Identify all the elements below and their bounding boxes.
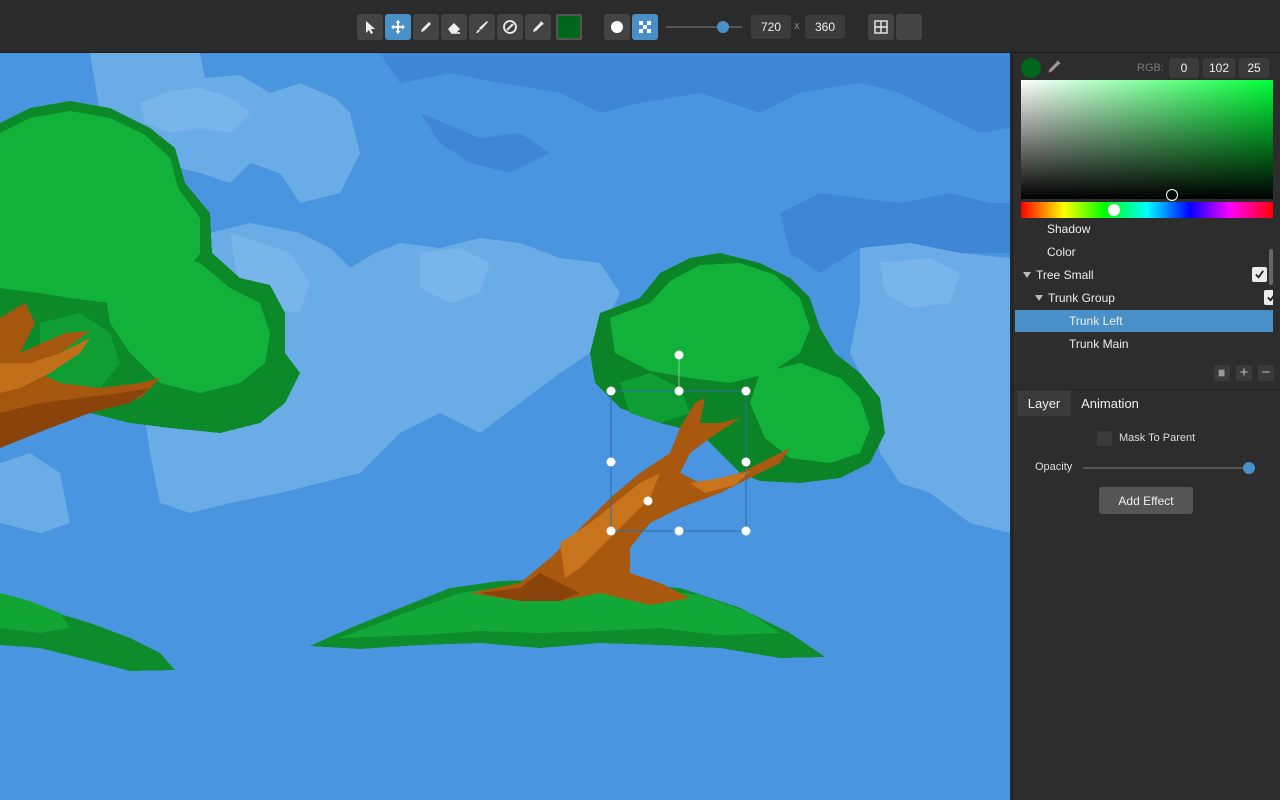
layer-visibility-checkbox[interactable]	[1264, 290, 1273, 305]
extra-view-button[interactable]	[896, 14, 922, 40]
layer-list: Shadow Color Tree Small Trunk Group Trunk Le…	[1013, 218, 1273, 360]
select-tool-button[interactable]	[357, 14, 383, 40]
layer-list-scrollbar[interactable]	[1269, 249, 1273, 285]
dots-pattern-icon	[639, 21, 651, 33]
layer-label: Color	[1047, 245, 1076, 259]
layer-label: Shadow	[1047, 222, 1091, 236]
plus-icon: +	[1239, 364, 1249, 381]
rgb-label: RGB:	[1137, 62, 1164, 74]
brush-tool-button[interactable]	[469, 14, 495, 40]
move-arrows-icon	[391, 20, 405, 34]
brush-size-slider-track[interactable]	[666, 26, 742, 28]
duplicate-layer-button[interactable]	[1214, 365, 1230, 381]
circle-icon	[611, 21, 623, 33]
opacity-slider-knob[interactable]	[1243, 462, 1255, 474]
left-island	[0, 593, 175, 671]
hue-slider[interactable]	[1021, 202, 1273, 218]
layer-row[interactable]: Tree Small	[1015, 264, 1273, 286]
opacity-label: Opacity	[1035, 461, 1073, 473]
expand-triangle-icon[interactable]	[1023, 272, 1031, 278]
tab-layer[interactable]: Layer	[1017, 390, 1071, 416]
brush-icon	[476, 21, 488, 33]
red-input[interactable]: 0	[1169, 58, 1199, 78]
round-brush-button[interactable]	[604, 14, 630, 40]
current-color-swatch[interactable]	[556, 14, 582, 40]
expand-triangle-icon[interactable]	[1035, 295, 1043, 301]
layer-row[interactable]: Trunk Main	[1015, 333, 1273, 355]
layer-label: Tree Small	[1036, 268, 1094, 282]
grid-toggle-button[interactable]	[868, 14, 894, 40]
small-tree-canopy	[590, 253, 885, 483]
inspector-panel: RGB: 0 102 25 Shadow Color Tree Small Trunk…	[1012, 53, 1280, 800]
drawing-canvas[interactable]	[0, 53, 1010, 800]
minus-icon: −	[1261, 364, 1271, 381]
hue-slider-knob[interactable]	[1108, 204, 1121, 216]
checkmark-icon	[1255, 270, 1264, 279]
pixel-brush-button[interactable]	[632, 14, 658, 40]
blue-input[interactable]: 25	[1239, 58, 1269, 78]
layer-actions: + −	[1013, 360, 1280, 386]
layer-visibility-checkbox[interactable]	[1252, 267, 1267, 282]
move-tool-button[interactable]	[385, 14, 411, 40]
eyedropper-button[interactable]	[1045, 58, 1065, 78]
layer-label: Trunk Left	[1069, 314, 1123, 328]
layer-row[interactable]: Trunk Left	[1015, 310, 1273, 332]
fill-icon	[503, 20, 517, 34]
eraser-tool-button[interactable]	[441, 14, 467, 40]
layer-row[interactable]: Trunk Group	[1015, 287, 1273, 309]
toolbar: 720 x 360	[0, 0, 1280, 53]
picker-color-swatch[interactable]	[1021, 58, 1041, 78]
saturation-value-square[interactable]	[1021, 80, 1273, 201]
sv-picker-knob[interactable]	[1166, 189, 1178, 201]
dropper-icon	[1048, 60, 1061, 73]
eraser-icon	[448, 23, 460, 34]
pixel-art-scene	[0, 53, 1010, 671]
canvas-height-input[interactable]: 360	[805, 15, 845, 39]
layer-label: Trunk Main	[1069, 337, 1129, 351]
eyedropper-tool-button[interactable]	[525, 14, 551, 40]
checkmark-icon	[1267, 295, 1273, 302]
mask-to-parent-checkbox[interactable]	[1097, 431, 1112, 446]
layer-label: Trunk Group	[1048, 291, 1115, 305]
grid-icon	[874, 20, 888, 34]
add-effect-button[interactable]: Add Effect	[1099, 487, 1193, 514]
fill-tool-button[interactable]	[497, 14, 523, 40]
dropper-icon	[533, 21, 544, 32]
layer-row[interactable]: Color	[1015, 241, 1273, 263]
cursor-arrow-icon	[366, 21, 375, 34]
layer-row[interactable]: Shadow	[1015, 218, 1273, 240]
brush-size-slider-knob[interactable]	[717, 21, 729, 33]
remove-layer-button[interactable]: −	[1258, 365, 1274, 381]
canvas-width-input[interactable]: 720	[751, 15, 791, 39]
mask-to-parent-label: Mask To Parent	[1119, 432, 1196, 444]
opacity-slider-track[interactable]	[1083, 467, 1249, 469]
pencil-tool-button[interactable]	[413, 14, 439, 40]
green-input[interactable]: 102	[1203, 58, 1235, 78]
add-layer-button[interactable]: +	[1236, 365, 1252, 381]
copy-icon	[1218, 369, 1225, 377]
pencil-icon	[421, 22, 431, 32]
tab-animation[interactable]: Animation	[1075, 390, 1145, 416]
size-separator: x	[794, 20, 800, 32]
